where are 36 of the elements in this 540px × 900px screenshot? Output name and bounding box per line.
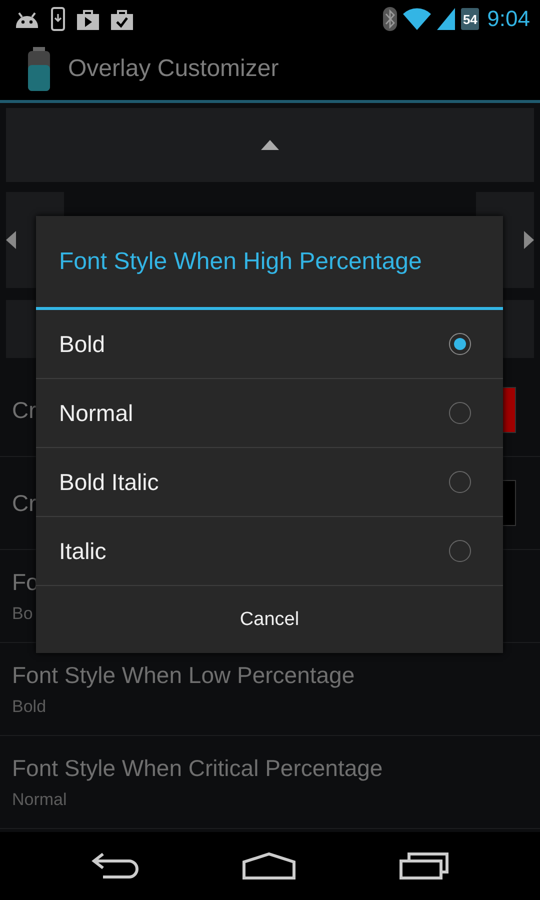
- option-label: Bold Italic: [59, 468, 159, 496]
- back-icon: [91, 852, 140, 880]
- radio-button[interactable]: [449, 402, 471, 424]
- option-label: Italic: [59, 538, 106, 564]
- option-item[interactable]: Normal: [36, 379, 503, 448]
- app-title: Overlay Customizer: [68, 55, 279, 83]
- radio-button[interactable]: [449, 333, 471, 355]
- phone-download-icon: [50, 7, 66, 31]
- play-store-icon: [76, 8, 100, 30]
- preference-summary: Bold: [12, 696, 48, 716]
- option-label: Normal: [59, 400, 134, 426]
- preference-summary: Normal: [12, 790, 68, 810]
- radio-button[interactable]: [449, 540, 471, 562]
- preference-summary: Bo: [12, 604, 34, 624]
- cancel-button[interactable]: Cancel: [36, 586, 503, 653]
- preference-title: Font Style When Low Percentage: [12, 662, 355, 688]
- clock-time: 9:04: [487, 6, 530, 32]
- preference-title: Font Style When Critical Percentage: [12, 754, 383, 782]
- right-arrow-icon: [524, 231, 534, 249]
- battery-level-text: 54: [462, 12, 478, 26]
- option-item[interactable]: Bold: [36, 310, 503, 379]
- dialog-title: Font Style When High Percentage: [58, 246, 423, 276]
- recent-apps-icon: [398, 852, 449, 880]
- left-arrow-icon: [6, 231, 16, 249]
- option-label: Bold: [59, 330, 106, 358]
- preference-title: Cr: [12, 396, 36, 424]
- option-item[interactable]: Bold Italic: [36, 448, 503, 517]
- wifi-icon: [403, 8, 432, 30]
- home-icon: [242, 852, 296, 880]
- radio-button[interactable]: [449, 471, 471, 493]
- preference-title: Cr: [12, 490, 36, 516]
- up-arrow-icon: [261, 140, 279, 150]
- signal-icon: [437, 8, 456, 30]
- bluetooth-icon: [383, 7, 398, 31]
- preference-row[interactable]: Font Style When Critical Percentage Normal: [0, 736, 540, 829]
- checked-bag-icon: [110, 8, 134, 30]
